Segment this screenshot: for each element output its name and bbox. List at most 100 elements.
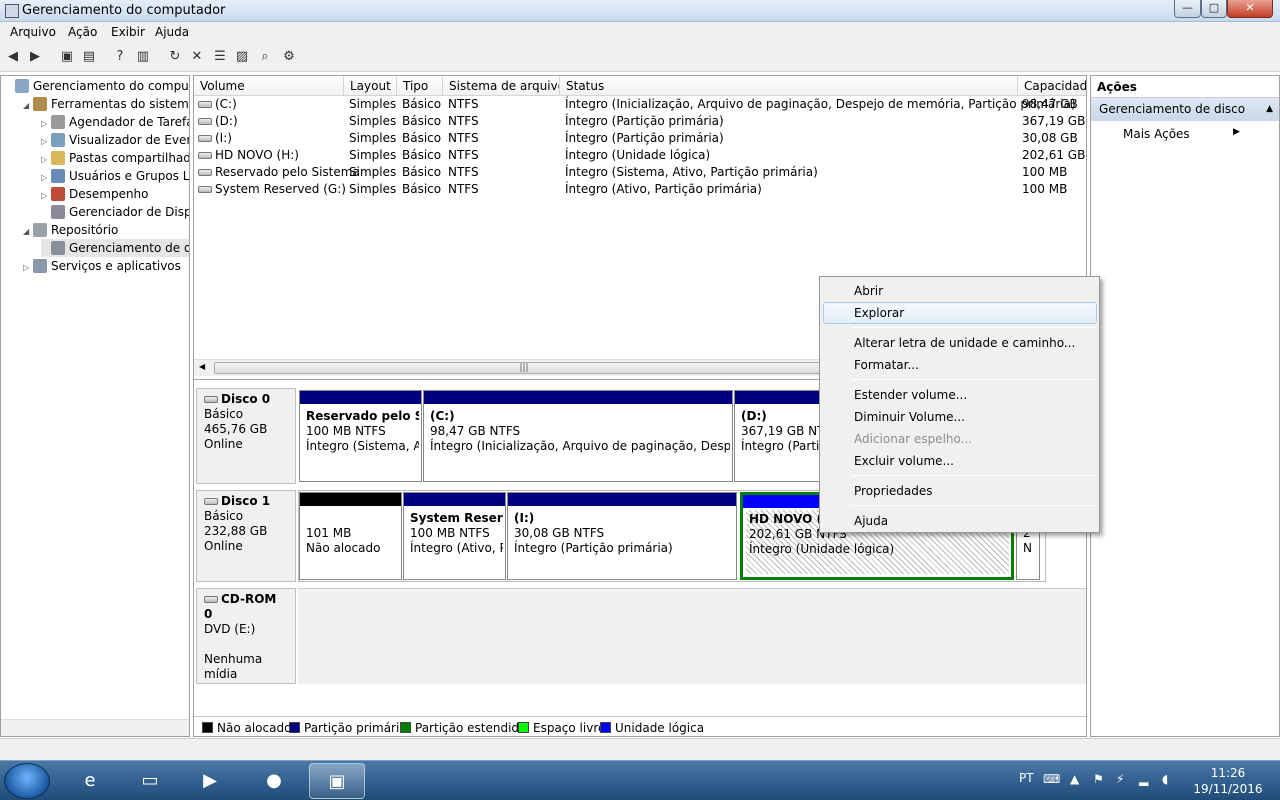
column-volume[interactable]: Volume [194,76,344,96]
menu-item[interactable]: Excluir volume... [823,450,1097,472]
tree-item[interactable]: Gerenciador de Disposit [41,203,189,221]
clock[interactable]: 11:26 19/11/2016 [1190,765,1266,797]
show-hidden-icons-icon[interactable]: ▲ [1070,772,1079,786]
expand-arrow-icon[interactable]: ▷ [23,259,33,277]
minimize-button[interactable]: — [1174,0,1201,18]
column-status[interactable]: Status [560,76,1018,96]
actions-section-disk-management[interactable]: Gerenciamento de disco ▲ [1091,98,1279,121]
volume-row[interactable]: System Reserved (G:) Simples Básico NTFS Ínt… [194,181,1086,198]
partition-block[interactable]: System Reserve100 MB NTFSÍntegro (Ativo,… [403,492,506,580]
menu-arquivo[interactable]: Arquivo [10,25,56,39]
collapse-arrow-icon[interactable]: ▲ [1266,98,1273,121]
scroll-left-icon[interactable]: ◀ [199,362,205,371]
tree-item[interactable]: ▷Usuários e Grupos Loca [41,167,189,185]
menu-ajuda[interactable]: Ajuda [155,25,189,39]
folder-up-icon[interactable]: ▣ [58,48,76,66]
tree-item[interactable]: ▷ Serviços e aplicativos [23,257,181,275]
menu-item[interactable]: Ajuda [823,510,1097,532]
menu-item[interactable]: Diminuir Volume... [823,406,1097,428]
volume-name: (C:) [198,96,237,113]
settings-icon[interactable]: ⚙ [280,48,298,66]
disk-label[interactable]: CD-ROM 0 DVD (E:) Nenhuma mídia [196,588,296,684]
volume-row[interactable]: (I:) Simples Básico NTFS Íntegro (Partição p… [194,130,1086,147]
close-button[interactable]: ✕ [1227,0,1273,18]
volume-row[interactable]: (C:) Simples Básico NTFS Íntegro (Inicializa… [194,96,1086,113]
menu-item[interactable]: Formatar... [823,354,1097,376]
column-layout[interactable]: Layout [344,76,397,96]
taskbar-explorer-icon[interactable]: ▭ [122,763,178,799]
legend-swatch [289,722,300,733]
partition-status: Íntegro (Sistema, Ati [306,439,419,453]
partition-block[interactable]: 101 MB Não alocado [299,492,402,580]
computer-management-window: Gerenciamento do computador — □ ✕ Arquiv… [0,0,1280,760]
volume-name: (I:) [198,130,232,147]
menu-item[interactable]: Explorar [823,302,1097,324]
legend-label: Partição primária [304,721,407,735]
disk-label[interactable]: Disco 1 Básico 232,88 GB Online [196,490,296,582]
scrollbar-thumb[interactable]: ||| [214,362,834,374]
tree-item[interactable]: ▷ Agendador de Tarefas [41,113,189,131]
usb-icon[interactable]: ⚡ [1116,772,1124,786]
forward-icon[interactable]: ▶ [26,48,44,66]
help-icon[interactable]: ? [111,48,129,66]
volume-cell: 30,08 GB [1022,131,1078,145]
show-hide-action-icon[interactable]: ▥ [134,48,152,66]
volume-row[interactable]: HD NOVO (H:) Simples Básico NTFS Íntegro (Un… [194,147,1086,164]
tree-horizontal-scrollbar[interactable] [1,719,189,736]
maximize-button[interactable]: □ [1201,0,1227,18]
menu-item[interactable]: Propriedades [823,480,1097,502]
language-indicator[interactable]: PT [1019,771,1034,785]
volume-cell: 100 MB [1022,182,1068,196]
volume-list-header: Volume Layout Tipo Sistema de arquivos S… [194,76,1086,96]
volume-cell: Básico [402,114,442,128]
tree-item[interactable]: ▷Pastas compartilhadas [41,149,189,167]
refresh-icon[interactable]: ↻ [166,48,184,66]
properties-icon[interactable]: ☰ [211,48,229,66]
partition-block[interactable]: Reservado pelo Sist100 MB NTFSÍntegro (S… [299,390,422,482]
volume-icon[interactable]: ◖ [1162,772,1168,786]
column-capacidade[interactable]: Capacidade [1018,76,1086,96]
partition-block[interactable]: (C:) 98,47 GB NTFS Íntegro (Inicialização,… [423,390,733,482]
show-hide-tree-icon[interactable]: ▤ [80,48,98,66]
taskbar-firefox-icon[interactable]: ● [246,763,302,799]
tree-item[interactable]: ◢ Repositório [23,221,118,239]
tree-item[interactable]: ◢ Ferramentas do sistema [23,95,189,115]
menu-acao[interactable]: Ação [68,25,97,39]
menu-exibir[interactable]: Exibir [111,25,145,39]
column-tipo[interactable]: Tipo [397,76,443,96]
network-icon[interactable]: ▂ [1139,772,1148,786]
keyboard-icon[interactable]: ⌨ [1043,772,1060,786]
open-icon[interactable]: ▨ [233,48,251,66]
tree-item[interactable]: ▷ Desempenho [41,185,149,203]
window-title: Gerenciamento do computador [22,3,226,18]
tree-item[interactable]: Gerenciamento do computador [5,77,189,95]
taskbar-media-player-icon[interactable]: ▶ [182,763,238,799]
expand-arrow-icon[interactable]: ◢ [23,97,33,115]
partition-block[interactable]: (I:) 30,08 GB NTFS Íntegro (Partição primá… [507,492,737,580]
volume-cell: Básico [402,131,442,145]
tree-item[interactable]: ▷Visualizador de Eventos [41,131,189,149]
taskbar-ie-icon[interactable]: e [62,763,118,799]
partition-block[interactable]: (D:)367,19 GB NTFSÍntegro (Partição [734,390,824,482]
taskbar-computer-management-icon[interactable]: ▣ [309,763,365,799]
menu-item[interactable]: Estender volume... [823,384,1097,406]
volume-row[interactable]: (D:) Simples Básico NTFS Íntegro (Partição p… [194,113,1086,130]
tree-item[interactable]: Gerenciamento de disco [41,239,189,257]
back-icon[interactable]: ◀ [4,48,22,66]
action-center-icon[interactable]: ⚑ [1093,772,1104,786]
cdrom-icon [204,596,218,603]
search-icon[interactable]: ⌕ [256,48,274,66]
actions-title: Ações [1091,76,1279,98]
expand-arrow-icon[interactable]: ◢ [23,223,33,241]
more-actions-item[interactable]: Mais Ações ▶ [1123,127,1240,141]
title-bar[interactable]: Gerenciamento do computador — □ ✕ [0,0,1280,22]
partition-title: (D:) [741,409,767,423]
start-button[interactable] [4,763,50,799]
disk-size: 465,76 GB [204,422,268,436]
volume-row[interactable]: Reservado pelo Sistema Simples Básico NTFS Í… [194,164,1086,181]
delete-icon[interactable]: ✕ [188,48,206,66]
column-filesystem[interactable]: Sistema de arquivos [443,76,560,96]
menu-item[interactable]: Alterar letra de unidade e caminho... [823,332,1097,354]
menu-item[interactable]: Abrir [823,280,1097,302]
disk-label[interactable]: Disco 0 Básico 465,76 GB Online [196,388,296,484]
